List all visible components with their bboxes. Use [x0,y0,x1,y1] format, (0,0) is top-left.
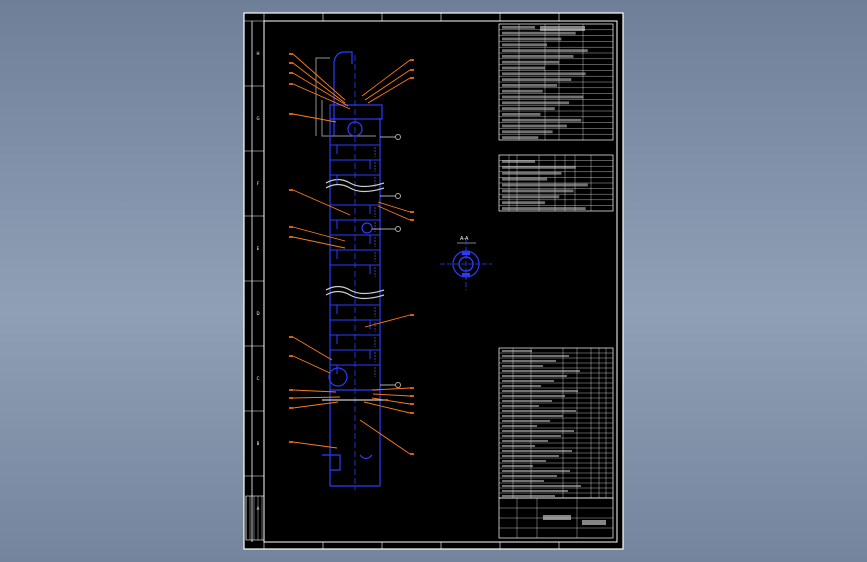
parts-list-entry [502,470,570,472]
design-data-entry [502,72,586,76]
nozzle-table-entry [502,171,562,175]
design-data-entry [502,89,543,93]
parts-list-entry [502,385,541,387]
design-data-entry [502,101,570,105]
parts-list-entry [502,360,556,362]
sheet-outer-border [243,12,624,550]
parts-list-entry [502,440,548,442]
parts-list-entry [502,485,581,487]
design-data-entry [502,95,584,99]
design-data-entry [502,66,545,70]
parts-list-entry [502,420,550,422]
parts-list-entry [502,375,567,377]
parts-list-entry [502,490,568,492]
parts-list-entry [502,445,535,447]
design-data-entry [502,43,548,47]
design-data-entry [502,26,535,29]
parts-list-entry [502,400,552,402]
parts-list-entry [502,435,561,437]
design-data-entry [502,124,567,128]
design-data-entry [502,78,572,81]
design-data-entry [502,31,576,35]
parts-list-entry [502,405,539,407]
parts-list-entry [502,365,543,367]
parts-list-entry [502,395,565,397]
parts-list-entry [502,390,578,392]
zone-letter: G [256,116,259,121]
design-data-entry [502,37,562,41]
parts-list-entry [502,455,559,457]
nozzle-table-entry [502,189,574,193]
cad-viewport[interactable]: HGFEDCBA-A [0,0,867,562]
nozzle-table-entry [502,160,535,163]
parts-list-entry [502,450,572,452]
zone-letter: C [257,376,260,381]
zone-letter: D [256,311,259,316]
design-data-entry [502,60,560,64]
parts-list-entry [502,355,569,357]
parts-list-entry [502,370,580,372]
title-block-name [543,515,571,520]
parts-list-entry [502,380,554,382]
section-label: A-A [460,236,469,242]
zone-letter: H [256,51,259,56]
nozzle-table-entry [502,165,576,169]
design-data-entry [502,113,541,116]
parts-list-entry [502,495,555,497]
design-data-entry [502,130,553,134]
design-data-entry [502,136,539,139]
nozzle-table-entry [502,201,545,205]
parts-list-entry [502,465,533,467]
parts-list-entry [502,350,532,352]
design-data-entry [502,118,582,122]
parts-list-entry [502,410,576,412]
zone-letter: B [257,441,260,446]
parts-list-entry [502,425,537,427]
design-data-entry [502,55,574,58]
design-data-entry [502,107,555,110]
nozzle-table-entry [502,183,588,187]
parts-list-entry [502,460,546,462]
design-data-title [540,26,585,31]
design-data-entry [502,49,588,52]
parts-list-entry [502,480,544,482]
parts-list-entry [502,415,563,417]
parts-list-entry [502,475,557,477]
title-block-number [582,520,606,525]
nozzle-table-entry [502,195,560,199]
design-data-entry [502,84,557,87]
parts-list-entry [502,430,574,432]
nozzle-table-entry [502,177,548,181]
nozzle-table-entry [502,207,586,210]
drawing-sheet[interactable]: HGFEDCB A-A [0,0,867,562]
